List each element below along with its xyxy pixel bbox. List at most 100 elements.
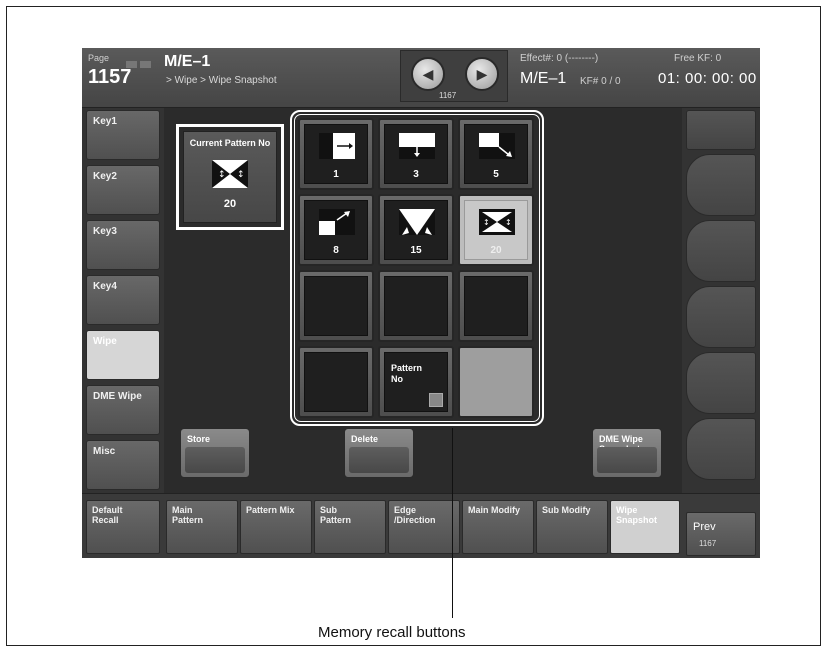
menu-dme-wipe-button[interactable]: DME Wipe bbox=[86, 385, 160, 435]
memory-recall-button-1[interactable]: 1 bbox=[298, 118, 374, 190]
tab-main-modify[interactable]: Main Modify bbox=[462, 500, 534, 554]
memory-recall-button-9[interactable] bbox=[458, 270, 534, 342]
menu-key3-button[interactable]: Key3 bbox=[86, 220, 160, 270]
menu-wipe-button[interactable]: Wipe bbox=[86, 330, 160, 380]
pattern-no-button[interactable]: Pattern No bbox=[378, 346, 454, 418]
tab-main-pattern[interactable]: Main Pattern bbox=[166, 500, 238, 554]
effect-status: Effect#: 0 (--------) bbox=[520, 53, 599, 64]
delete-button[interactable]: Delete bbox=[344, 428, 414, 478]
memory-recall-button-2[interactable]: 3 bbox=[378, 118, 454, 190]
prev-label: Prev bbox=[693, 521, 716, 533]
nav-panel: ◀ ▶ 1167 bbox=[400, 50, 508, 102]
tab-label: Sub Modify bbox=[542, 505, 591, 515]
tab-label: Snapshot bbox=[616, 515, 658, 525]
tab-sub-modify[interactable]: Sub Modify bbox=[536, 500, 608, 554]
snapshot-panel: Current Pattern No ↕ ↕ 20 1 3 5 8 15 ↕ ↕… bbox=[164, 108, 682, 493]
dme-label-line1: DME Wipe bbox=[599, 434, 643, 444]
prev-page-button[interactable]: Prev 1167 bbox=[686, 512, 756, 556]
svg-text:↕: ↕ bbox=[483, 218, 490, 227]
current-pattern-label: Current Pattern No bbox=[189, 138, 271, 148]
tab-label: Pattern bbox=[320, 515, 352, 525]
memory-number: 20 bbox=[490, 245, 502, 256]
svg-text:↕: ↕ bbox=[505, 218, 512, 227]
arrow-right-icon: ▶ bbox=[476, 66, 488, 82]
tab-sub-pattern[interactable]: Sub Pattern bbox=[314, 500, 386, 554]
tab-label: Pattern Mix bbox=[246, 505, 295, 515]
status-header: Page 1157 M/E–1 > Wipe > Wipe Snapshot ◀… bbox=[82, 48, 760, 108]
current-pattern-display: Current Pattern No ↕ ↕ 20 bbox=[183, 131, 277, 223]
memory-recall-button-7[interactable] bbox=[298, 270, 374, 342]
menu-title: M/E–1 bbox=[164, 53, 211, 70]
memory-recall-button-8[interactable] bbox=[378, 270, 454, 342]
tab-label: Edge bbox=[394, 505, 417, 515]
tab-pattern-mix[interactable]: Pattern Mix bbox=[240, 500, 312, 554]
tab-edge-direction[interactable]: Edge /Direction bbox=[388, 500, 460, 554]
memory-recall-button-3[interactable]: 5 bbox=[458, 118, 534, 190]
softkey-4[interactable] bbox=[686, 286, 756, 348]
memory-recall-button-5[interactable]: 15 bbox=[378, 194, 454, 266]
tab-label: Sub bbox=[320, 505, 337, 515]
right-softkeys bbox=[682, 108, 760, 493]
menu-misc-button[interactable]: Misc bbox=[86, 440, 160, 490]
memory-recall-button-6[interactable]: ↕ ↕ 20 bbox=[458, 194, 534, 266]
softkey-5[interactable] bbox=[686, 352, 756, 414]
blank-button bbox=[458, 346, 534, 418]
breadcrumb: > Wipe > Wipe Snapshot bbox=[166, 75, 277, 86]
softkey-2[interactable] bbox=[686, 154, 756, 216]
me-identifier: M/E–1 bbox=[520, 70, 567, 87]
menu-screen: Page 1157 M/E–1 > Wipe > Wipe Snapshot ◀… bbox=[82, 48, 760, 558]
memory-recall-button-4[interactable]: 8 bbox=[298, 194, 374, 266]
tab-label: Recall bbox=[92, 515, 119, 525]
svg-text:↕: ↕ bbox=[218, 170, 226, 180]
tab-label: Pattern bbox=[172, 515, 204, 525]
tab-label: /Direction bbox=[394, 515, 436, 525]
dme-wipe-snapshot-button[interactable]: DME Wipe Snapshot bbox=[592, 428, 662, 478]
page-indicator-icon bbox=[126, 55, 156, 68]
keypad-icon bbox=[429, 393, 443, 407]
timecode: 01: 00: 00: 00 bbox=[658, 70, 757, 87]
softkey-3[interactable] bbox=[686, 220, 756, 282]
store-label: Store bbox=[187, 434, 211, 444]
current-pattern-box: Current Pattern No ↕ ↕ 20 bbox=[176, 124, 284, 230]
wipe-pattern-3-icon bbox=[399, 133, 435, 159]
bottom-tab-bar: Default Recall Main Pattern Pattern Mix … bbox=[82, 493, 760, 558]
wipe-pattern-15-icon bbox=[399, 209, 435, 235]
wipe-pattern-8-icon bbox=[319, 209, 355, 235]
memory-number: 3 bbox=[413, 169, 419, 180]
tab-default-recall[interactable]: Default Recall bbox=[86, 500, 160, 554]
callout-label: Memory recall buttons bbox=[318, 624, 466, 641]
keyframe-status: KF# 0 / 0 bbox=[580, 76, 621, 87]
free-kf-status: Free KF: 0 bbox=[674, 53, 722, 64]
menu-key4-button[interactable]: Key4 bbox=[86, 275, 160, 325]
menu-key2-button[interactable]: Key2 bbox=[86, 165, 160, 215]
arrow-left-icon: ◀ bbox=[422, 66, 434, 82]
tab-label: Main Modify bbox=[468, 505, 520, 515]
softkey-1[interactable] bbox=[686, 110, 756, 150]
memory-recall-button-10[interactable] bbox=[298, 346, 374, 418]
tab-label: Wipe bbox=[616, 505, 638, 515]
tab-wipe-snapshot[interactable]: Wipe Snapshot bbox=[610, 500, 680, 554]
dme-label-line2: Snapshot bbox=[599, 444, 641, 454]
tab-label: Main bbox=[172, 505, 193, 515]
memory-number: 15 bbox=[410, 245, 422, 256]
wipe-pattern-1-icon bbox=[319, 133, 355, 159]
wipe-pattern-20-icon: ↕ ↕ bbox=[479, 209, 515, 235]
menu-key1-button[interactable]: Key1 bbox=[86, 110, 160, 160]
tab-label: Default bbox=[92, 505, 123, 515]
left-menu: Key1 Key2 Key3 Key4 Wipe DME Wipe Misc bbox=[82, 108, 164, 493]
nav-page-number: 1167 bbox=[439, 91, 457, 100]
memory-number: 5 bbox=[493, 169, 499, 180]
wipe-pattern-5-icon bbox=[479, 133, 515, 159]
store-button[interactable]: Store bbox=[180, 428, 250, 478]
callout-leader-line bbox=[452, 428, 453, 618]
previous-page-button[interactable]: ◀ bbox=[411, 57, 445, 91]
softkey-6[interactable] bbox=[686, 418, 756, 480]
svg-text:↕: ↕ bbox=[237, 170, 245, 180]
pattern-no-label-line1: Pattern bbox=[391, 363, 423, 373]
memory-number: 1 bbox=[333, 169, 339, 180]
prev-page-number: 1167 bbox=[699, 539, 717, 548]
page-number: 1157 bbox=[88, 66, 132, 88]
current-pattern-number: 20 bbox=[223, 198, 237, 210]
wipe-pattern-20-icon: ↕ ↕ bbox=[212, 160, 248, 188]
next-page-button[interactable]: ▶ bbox=[465, 57, 499, 91]
